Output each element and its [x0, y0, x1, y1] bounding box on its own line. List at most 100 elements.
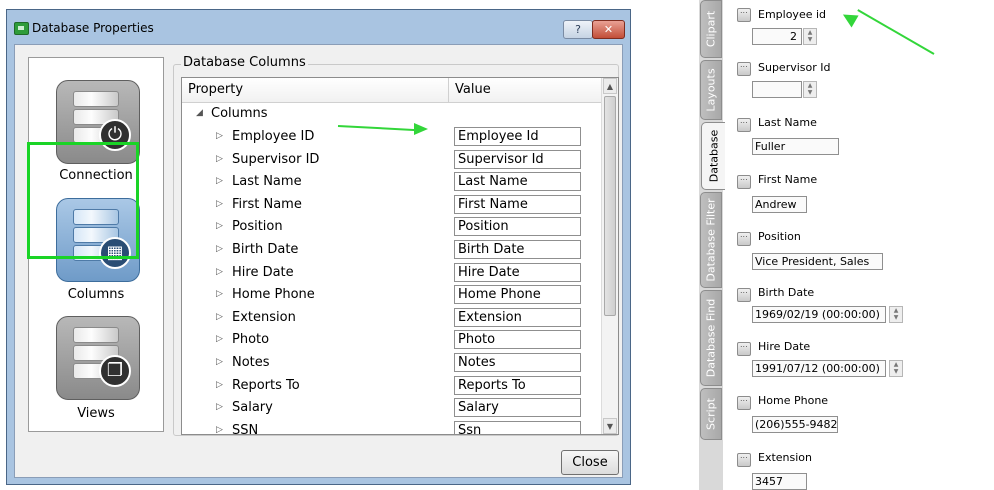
expand-triangle-icon[interactable]: ▷: [216, 154, 223, 164]
supervisor-id-spinner[interactable]: ▲ ▼: [803, 81, 817, 98]
nav-item-views[interactable]: ❐ Views: [29, 308, 163, 428]
row-value-field[interactable]: Last Name: [454, 172, 581, 191]
row-value-field[interactable]: Position: [454, 217, 581, 236]
row-property: Position: [232, 219, 283, 234]
grid-row[interactable]: ▷ Photo Photo: [182, 330, 602, 352]
grid-row[interactable]: ▷ SSN Ssn: [182, 421, 602, 434]
hire-date-spinner[interactable]: ▲ ▼: [889, 360, 903, 377]
row-value-field[interactable]: Salary: [454, 398, 581, 417]
field-button-birth-date[interactable]: [737, 286, 751, 302]
grid-row[interactable]: ▷ Notes Notes: [182, 353, 602, 375]
expand-triangle-icon[interactable]: ▷: [216, 312, 223, 322]
vertical-tab-strip: Clipart Layouts Database Database Filter…: [699, 0, 725, 490]
label-first-name: First Name: [758, 173, 818, 186]
row-value-field[interactable]: First Name: [454, 195, 581, 214]
grid-row[interactable]: ▷ Employee ID Employee Id: [182, 127, 602, 149]
window-close-button[interactable]: ✕: [592, 20, 625, 39]
home-phone-field[interactable]: (206)555-9482: [752, 416, 838, 433]
row-property: Hire Date: [232, 265, 294, 280]
grid-row[interactable]: ▷ Salary Salary: [182, 398, 602, 420]
expand-triangle-icon[interactable]: ▷: [216, 267, 223, 277]
views-icon: ❐: [56, 316, 140, 400]
row-value-field[interactable]: Reports To: [454, 376, 581, 395]
collapse-triangle-icon[interactable]: ◢: [196, 108, 203, 118]
field-button-extension[interactable]: [737, 451, 751, 467]
tab-database[interactable]: Database: [701, 122, 725, 190]
field-button-hire-date[interactable]: [737, 340, 751, 356]
grid-row[interactable]: ▷ Supervisor ID Supervisor Id: [182, 150, 602, 172]
row-value-field[interactable]: Hire Date: [454, 263, 581, 282]
scroll-down-icon[interactable]: ▼: [603, 418, 617, 434]
employee-id-spinner[interactable]: ▲ ▼: [803, 28, 817, 45]
expand-triangle-icon[interactable]: ▷: [216, 221, 223, 231]
columns-selection-highlight: [27, 142, 139, 259]
field-button-position[interactable]: [737, 230, 751, 246]
birth-date-field[interactable]: 1969/02/19 (00:00:00): [752, 306, 886, 323]
row-value-field[interactable]: Photo: [454, 330, 581, 349]
grid-header: Property Value: [182, 78, 618, 103]
tab-database-filter[interactable]: Database Filter: [700, 192, 722, 288]
row-value-field[interactable]: Ssn: [454, 421, 581, 434]
field-button-first-name[interactable]: [737, 173, 751, 189]
tab-database-find[interactable]: Database Find: [700, 290, 722, 386]
row-value-field[interactable]: Extension: [454, 308, 581, 327]
row-property: Last Name: [232, 174, 302, 189]
expand-triangle-icon[interactable]: ▷: [216, 176, 223, 186]
tab-layouts[interactable]: Layouts: [700, 60, 722, 120]
tab-script[interactable]: Script: [700, 388, 722, 440]
grid-row[interactable]: ▷ Home Phone Home Phone: [182, 285, 602, 307]
label-home-phone: Home Phone: [758, 394, 829, 407]
expand-triangle-icon[interactable]: ▷: [216, 334, 223, 344]
row-value-field[interactable]: Supervisor Id: [454, 150, 581, 169]
field-button-employee-id[interactable]: [737, 6, 751, 22]
first-name-field[interactable]: Andrew: [752, 196, 807, 213]
label-supervisor-id: Supervisor Id: [758, 61, 831, 74]
employee-id-field[interactable]: 2: [752, 28, 802, 45]
title-bar[interactable]: Database Properties ? ✕: [7, 10, 630, 46]
grid-row[interactable]: ▷ Position Position: [182, 217, 602, 239]
field-button-home-phone[interactable]: [737, 394, 751, 410]
grid-scrollbar[interactable]: ▲ ▼: [601, 78, 618, 434]
hire-date-field[interactable]: 1991/07/12 (00:00:00): [752, 360, 886, 377]
row-property: Extension: [232, 310, 296, 325]
expand-triangle-icon[interactable]: ▷: [216, 289, 223, 299]
record-fields: Employee id 2 ▲▼ Supervisor Id ▲▼ Last N…: [725, 0, 939, 490]
field-button-supervisor-id[interactable]: [737, 60, 751, 76]
expand-triangle-icon[interactable]: ▷: [216, 402, 223, 412]
row-property: Supervisor ID: [232, 152, 320, 167]
expand-triangle-icon[interactable]: ▷: [216, 131, 223, 141]
row-value-field[interactable]: Employee Id: [454, 127, 581, 146]
expand-triangle-icon[interactable]: ▷: [216, 357, 223, 367]
dialog-title: Database Properties: [32, 21, 154, 35]
grid-row[interactable]: ▷ Last Name Last Name: [182, 172, 602, 194]
position-field[interactable]: Vice President, Sales: [752, 253, 883, 270]
grid-row[interactable]: ▷ First Name First Name: [182, 195, 602, 217]
row-value-field[interactable]: Birth Date: [454, 240, 581, 259]
grid-row[interactable]: ▷ Reports To Reports To: [182, 376, 602, 398]
root-label: Columns: [211, 106, 268, 121]
expand-triangle-icon[interactable]: ▷: [216, 244, 223, 254]
expand-triangle-icon[interactable]: ▷: [216, 199, 223, 209]
expand-triangle-icon[interactable]: ▷: [216, 425, 223, 434]
grid-row[interactable]: ▷ Extension Extension: [182, 308, 602, 330]
root-row-columns[interactable]: ◢ Columns: [182, 104, 602, 126]
grid-row[interactable]: ▷ Birth Date Birth Date: [182, 240, 602, 262]
supervisor-id-field[interactable]: [752, 81, 802, 98]
row-value-field[interactable]: Home Phone: [454, 285, 581, 304]
row-value-field[interactable]: Notes: [454, 353, 581, 372]
header-value[interactable]: Value: [455, 82, 491, 97]
help-button[interactable]: ?: [563, 20, 593, 39]
grid-row[interactable]: ▷ Hire Date Hire Date: [182, 263, 602, 285]
label-position: Position: [758, 230, 801, 243]
extension-field[interactable]: 3457: [752, 473, 807, 490]
header-property[interactable]: Property: [188, 82, 243, 97]
last-name-field[interactable]: Fuller: [752, 138, 839, 155]
annotation-arrowhead-icon: [414, 123, 428, 135]
birth-date-spinner[interactable]: ▲ ▼: [889, 306, 903, 323]
scroll-thumb[interactable]: [604, 96, 616, 316]
close-button[interactable]: Close: [561, 450, 619, 475]
scroll-up-icon[interactable]: ▲: [603, 78, 617, 94]
field-button-last-name[interactable]: [737, 116, 751, 132]
tab-clipart[interactable]: Clipart: [700, 0, 722, 58]
expand-triangle-icon[interactable]: ▷: [216, 380, 223, 390]
